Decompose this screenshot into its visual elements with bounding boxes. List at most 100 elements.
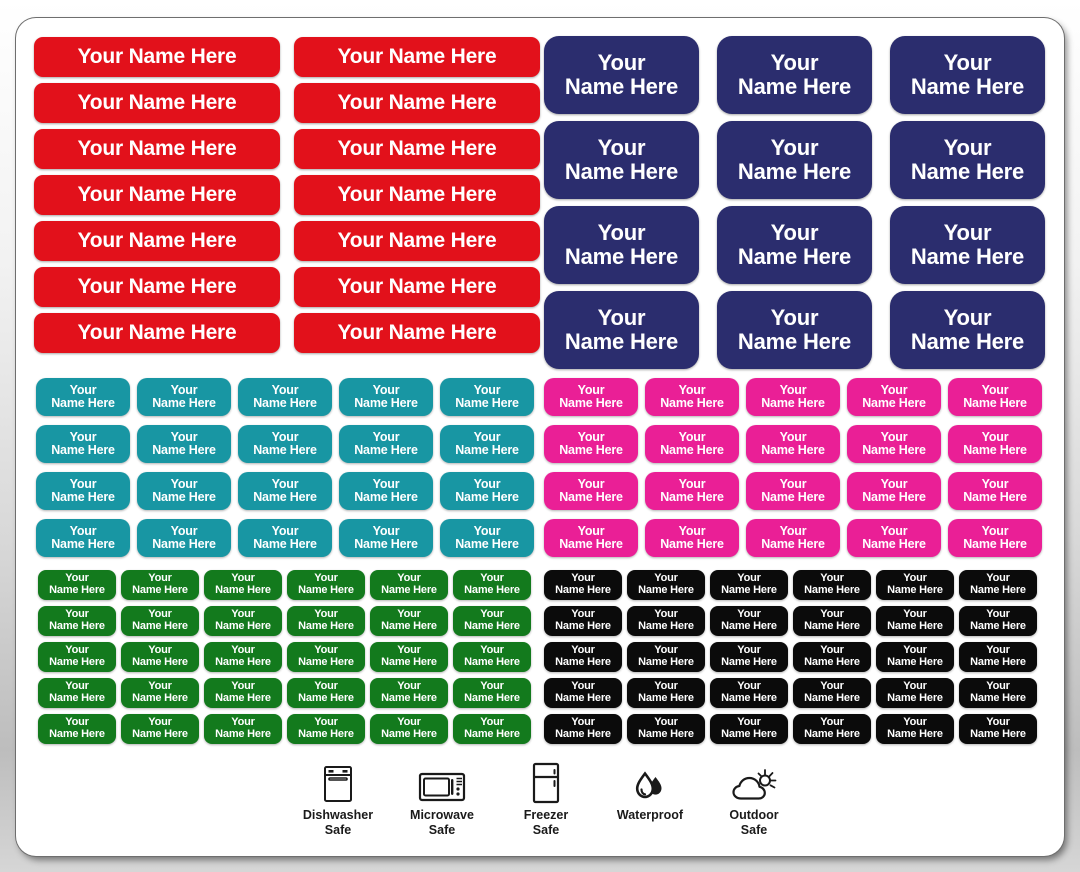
name-label-line2: Name Here [455,490,519,504]
name-label-teal: Your Name Here [137,519,231,557]
feature-caption: Freezer Safe [524,808,568,838]
label-group-green: Your Name Here Your Name Here Your Name Here Y… [38,570,540,750]
freezer-icon [529,762,563,804]
label-group-pink: Your Name Here Your Name Here Your Name Here Y… [544,378,1048,557]
name-label-black: Your Name Here [710,678,788,708]
name-label-green: Your Name Here [121,678,199,708]
name-label-line2: Name Here [963,396,1027,410]
name-label-line2: Name Here [887,584,943,596]
name-label-line2: Name Here [354,396,418,410]
name-label-line2: Name Here [564,74,679,99]
feature-outdoor-safe: Outdoor Safe [702,764,806,838]
name-label-line2: Name Here [464,584,520,596]
name-label-line2: Name Here [464,728,520,740]
name-label-line2: Name Here [660,396,724,410]
name-label-line2: Name Here [152,396,216,410]
name-label-line2: Name Here [963,443,1027,457]
feature-caption-line1: Freezer [523,808,569,822]
name-label-red: Your Name Here [34,37,280,77]
name-label-line2: Name Here [132,656,188,668]
name-label-black: Your Name Here [876,606,954,636]
name-label-green: Your Name Here [453,570,531,600]
name-label-line1: Your [597,220,646,246]
name-label-line2: Name Here [559,490,623,504]
name-label-black: Your Name Here [627,678,705,708]
name-label-line2: Name Here [555,656,611,668]
name-label-green: Your Name Here [121,606,199,636]
name-label-line2: Name Here [862,490,926,504]
name-label-green: Your Name Here [38,642,116,672]
name-label-line2: Name Here [862,396,926,410]
feature-caption: Dishwasher Safe [303,808,373,838]
name-label-black: Your Name Here [627,570,705,600]
name-label-green: Your Name Here [204,642,282,672]
name-label-line2: Name Here [215,584,271,596]
name-label-text: Your Name Here [77,320,237,344]
name-label-line2: Name Here [132,584,188,596]
name-label-line2: Name Here [152,443,216,457]
name-label-green: Your Name Here [204,570,282,600]
name-label-line2: Name Here [887,692,943,704]
name-label-navy: Your Name Here [890,121,1045,199]
name-label-text: Your Name Here [337,136,497,160]
name-label-line2: Name Here [970,584,1026,596]
name-label-line1: Your [880,523,908,538]
name-label-line2: Name Here [354,490,418,504]
name-label-line1: Your [170,429,198,444]
name-label-line1: Your [943,135,992,161]
name-label-line2: Name Here [49,656,105,668]
name-label-line2: Name Here [761,490,825,504]
name-label-green: Your Name Here [370,570,448,600]
name-label-line2: Name Here [464,656,520,668]
name-label-line2: Name Here [381,692,437,704]
name-label-red: Your Name Here [34,267,280,307]
name-label-line1: Your [271,476,299,491]
name-label-red: Your Name Here [34,83,280,123]
name-label-line2: Name Here [555,620,611,632]
name-label-line1: Your [577,429,605,444]
feature-freezer-safe: Freezer Safe [494,762,598,838]
name-label-line1: Your [473,382,501,397]
name-label-red: Your Name Here [34,129,280,169]
name-label-line1: Your [678,429,706,444]
name-label-green: Your Name Here [453,714,531,744]
name-label-line1: Your [770,50,819,76]
name-label-black: Your Name Here [544,570,622,600]
name-label-line1: Your [880,476,908,491]
name-label-line1: Your [372,429,400,444]
name-label-black: Your Name Here [959,570,1037,600]
name-label-black: Your Name Here [627,642,705,672]
name-label-text: Your Name Here [77,274,237,298]
name-label-line1: Your [770,135,819,161]
name-label-black: Your Name Here [959,714,1037,744]
name-label-line2: Name Here [298,584,354,596]
name-label-pink: Your Name Here [746,425,840,463]
label-group-teal: Your Name Here Your Name Here Your Name Here Y… [36,378,540,557]
name-label-green: Your Name Here [370,678,448,708]
name-label-pink: Your Name Here [746,519,840,557]
feature-dishwasher-safe: Dishwasher Safe [286,764,390,838]
name-label-line2: Name Here [721,728,777,740]
name-label-red: Your Name Here [294,37,540,77]
name-label-line1: Your [69,476,97,491]
name-label-line2: Name Here [970,728,1026,740]
name-label-line1: Your [69,523,97,538]
name-label-line2: Name Here [910,244,1025,269]
name-label-line2: Name Here [721,656,777,668]
name-label-text: Your Name Here [337,228,497,252]
name-label-line2: Name Here [51,490,115,504]
name-label-line2: Name Here [721,692,777,704]
name-label-pink: Your Name Here [645,519,739,557]
name-label-black: Your Name Here [959,642,1037,672]
name-label-line1: Your [170,382,198,397]
name-label-red: Your Name Here [294,83,540,123]
name-label-line2: Name Here [761,396,825,410]
name-label-pink: Your Name Here [948,472,1042,510]
name-label-green: Your Name Here [453,606,531,636]
name-label-line2: Name Here [638,584,694,596]
name-label-black: Your Name Here [710,714,788,744]
name-label-line2: Name Here [564,159,679,184]
name-label-green: Your Name Here [287,606,365,636]
name-label-line1: Your [69,429,97,444]
name-label-text: Your Name Here [337,320,497,344]
